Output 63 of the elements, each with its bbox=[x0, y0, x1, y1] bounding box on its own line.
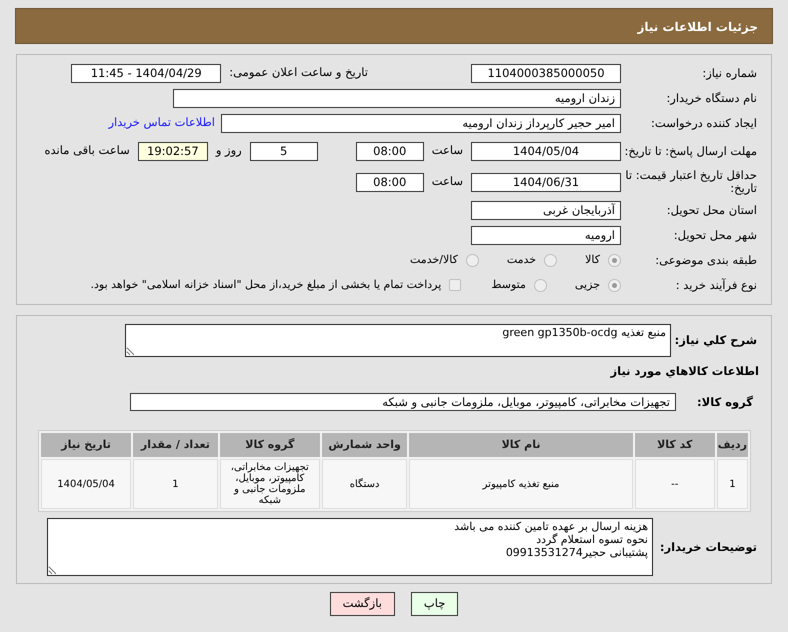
field-label: گروه کالا: bbox=[696, 396, 754, 409]
field-label: ساعت bbox=[430, 142, 464, 160]
table-cell: تجهیزات مخابراتی، کامپیوتر، موبایل، ملزومات جانبی و شبکه bbox=[220, 459, 320, 510]
field-label: شرح کلي نياز: bbox=[674, 334, 758, 347]
field-label: ساعت باقی مانده bbox=[44, 142, 131, 160]
field-label: استان محل تحویل: bbox=[666, 204, 758, 216]
text-field[interactable]: امیر حجیر کارپرداز زندان ارومیه bbox=[221, 114, 621, 132]
text-field[interactable]: 5 bbox=[250, 142, 318, 160]
table-cell: 1 bbox=[133, 459, 218, 510]
field-label: ایجاد کننده درخواست: bbox=[650, 116, 758, 130]
field-label: توضیحات خریدار: bbox=[658, 540, 758, 554]
field-label: حداقل تاریخ اعتبار قیمت: تا تاریخ: bbox=[624, 169, 758, 195]
field-label: طبقه بندی موضوعی: bbox=[654, 254, 758, 266]
field-label: ساعت bbox=[430, 173, 464, 190]
text-field[interactable]: 1404/06/31 bbox=[471, 172, 621, 192]
option-label: کالا/خدمت bbox=[410, 252, 458, 268]
table-cell: 1 bbox=[716, 459, 748, 510]
column-header: نام کالا bbox=[409, 433, 633, 458]
column-header: تعداد / مقدار bbox=[133, 433, 218, 458]
text-field[interactable]: آذربایجان غربی bbox=[471, 200, 621, 220]
column-header: ردیف bbox=[716, 433, 748, 458]
text-field[interactable]: 08:00 bbox=[356, 172, 424, 192]
radio-button[interactable] bbox=[534, 278, 547, 292]
option-label: متوسط bbox=[491, 276, 526, 293]
radio-button[interactable] bbox=[466, 254, 479, 266]
contact-link[interactable]: اطلاعات تماس خریدار bbox=[108, 114, 221, 132]
column-header: کد کالا bbox=[634, 433, 715, 458]
option-label: کالا bbox=[585, 252, 600, 268]
notes-textarea[interactable]: هزینه ارسال بر عهده تامین کننده می باشد نحوه تسوه استعلام گردد پشتیبانی حجیر09913531274 bbox=[47, 518, 653, 576]
radio-button[interactable] bbox=[608, 254, 621, 266]
table-cell: 1404/05/04 bbox=[41, 459, 132, 510]
back-button[interactable]: بازگشت bbox=[330, 592, 395, 616]
summary-textarea[interactable]: منبع تغذیه green gp1350b-ocdg bbox=[125, 324, 671, 357]
column-header: تاریخ نیاز bbox=[41, 433, 132, 458]
column-header: واحد شمارش bbox=[322, 433, 408, 458]
text-field[interactable]: تجهیزات مخابراتی، کامپیوتر، موبایل، ملزومات جانبی و شبکه bbox=[130, 393, 676, 412]
table-cell: -- bbox=[634, 459, 715, 510]
option-label: خدمت bbox=[506, 252, 536, 268]
table-cell: دستگاه bbox=[322, 459, 408, 510]
section-heading: اطلاعات کالاهاي مورد نياز bbox=[609, 363, 760, 380]
field-label: شماره نیاز: bbox=[701, 66, 758, 80]
text-field[interactable]: 1404/04/29 - 11:45 bbox=[71, 64, 222, 82]
table-cell: منبع تغذیه کامپیوتر bbox=[409, 459, 633, 510]
field-label: نام دستگاه خریدار: bbox=[665, 92, 758, 104]
text-field[interactable]: 1104000385000050 bbox=[471, 64, 621, 82]
option-label: جزیی bbox=[574, 276, 600, 293]
field-label: نوع فرآیند خرید : bbox=[674, 278, 758, 292]
radio-button[interactable] bbox=[608, 278, 621, 292]
radio-button[interactable] bbox=[544, 254, 558, 266]
page-title: جزئیات اطلاعات نیاز bbox=[15, 8, 773, 44]
field-label: روز و bbox=[214, 142, 243, 160]
checkbox[interactable] bbox=[449, 279, 462, 291]
checkbox-label: پرداخت تمام یا بخشی از مبلغ خرید،از محل "اسناد خزانه اسلامی" خواهد بود. bbox=[90, 276, 442, 293]
text-field[interactable]: زندان ارومیه bbox=[173, 88, 621, 108]
field-label: شهر محل تحویل: bbox=[672, 228, 758, 242]
countdown-field[interactable]: 19:02:57 bbox=[138, 142, 208, 160]
column-header: گروه کالا bbox=[220, 433, 320, 458]
text-field[interactable]: ارومیه bbox=[471, 226, 621, 244]
field-label: تاریخ و ساعت اعلان عمومی: bbox=[228, 64, 369, 82]
text-field[interactable]: 08:00 bbox=[356, 142, 424, 160]
field-label: مهلت ارسال پاسخ: تا تاریخ: bbox=[623, 144, 758, 158]
print-button[interactable]: چاپ bbox=[410, 592, 458, 616]
text-field[interactable]: 1404/05/04 bbox=[471, 142, 621, 160]
